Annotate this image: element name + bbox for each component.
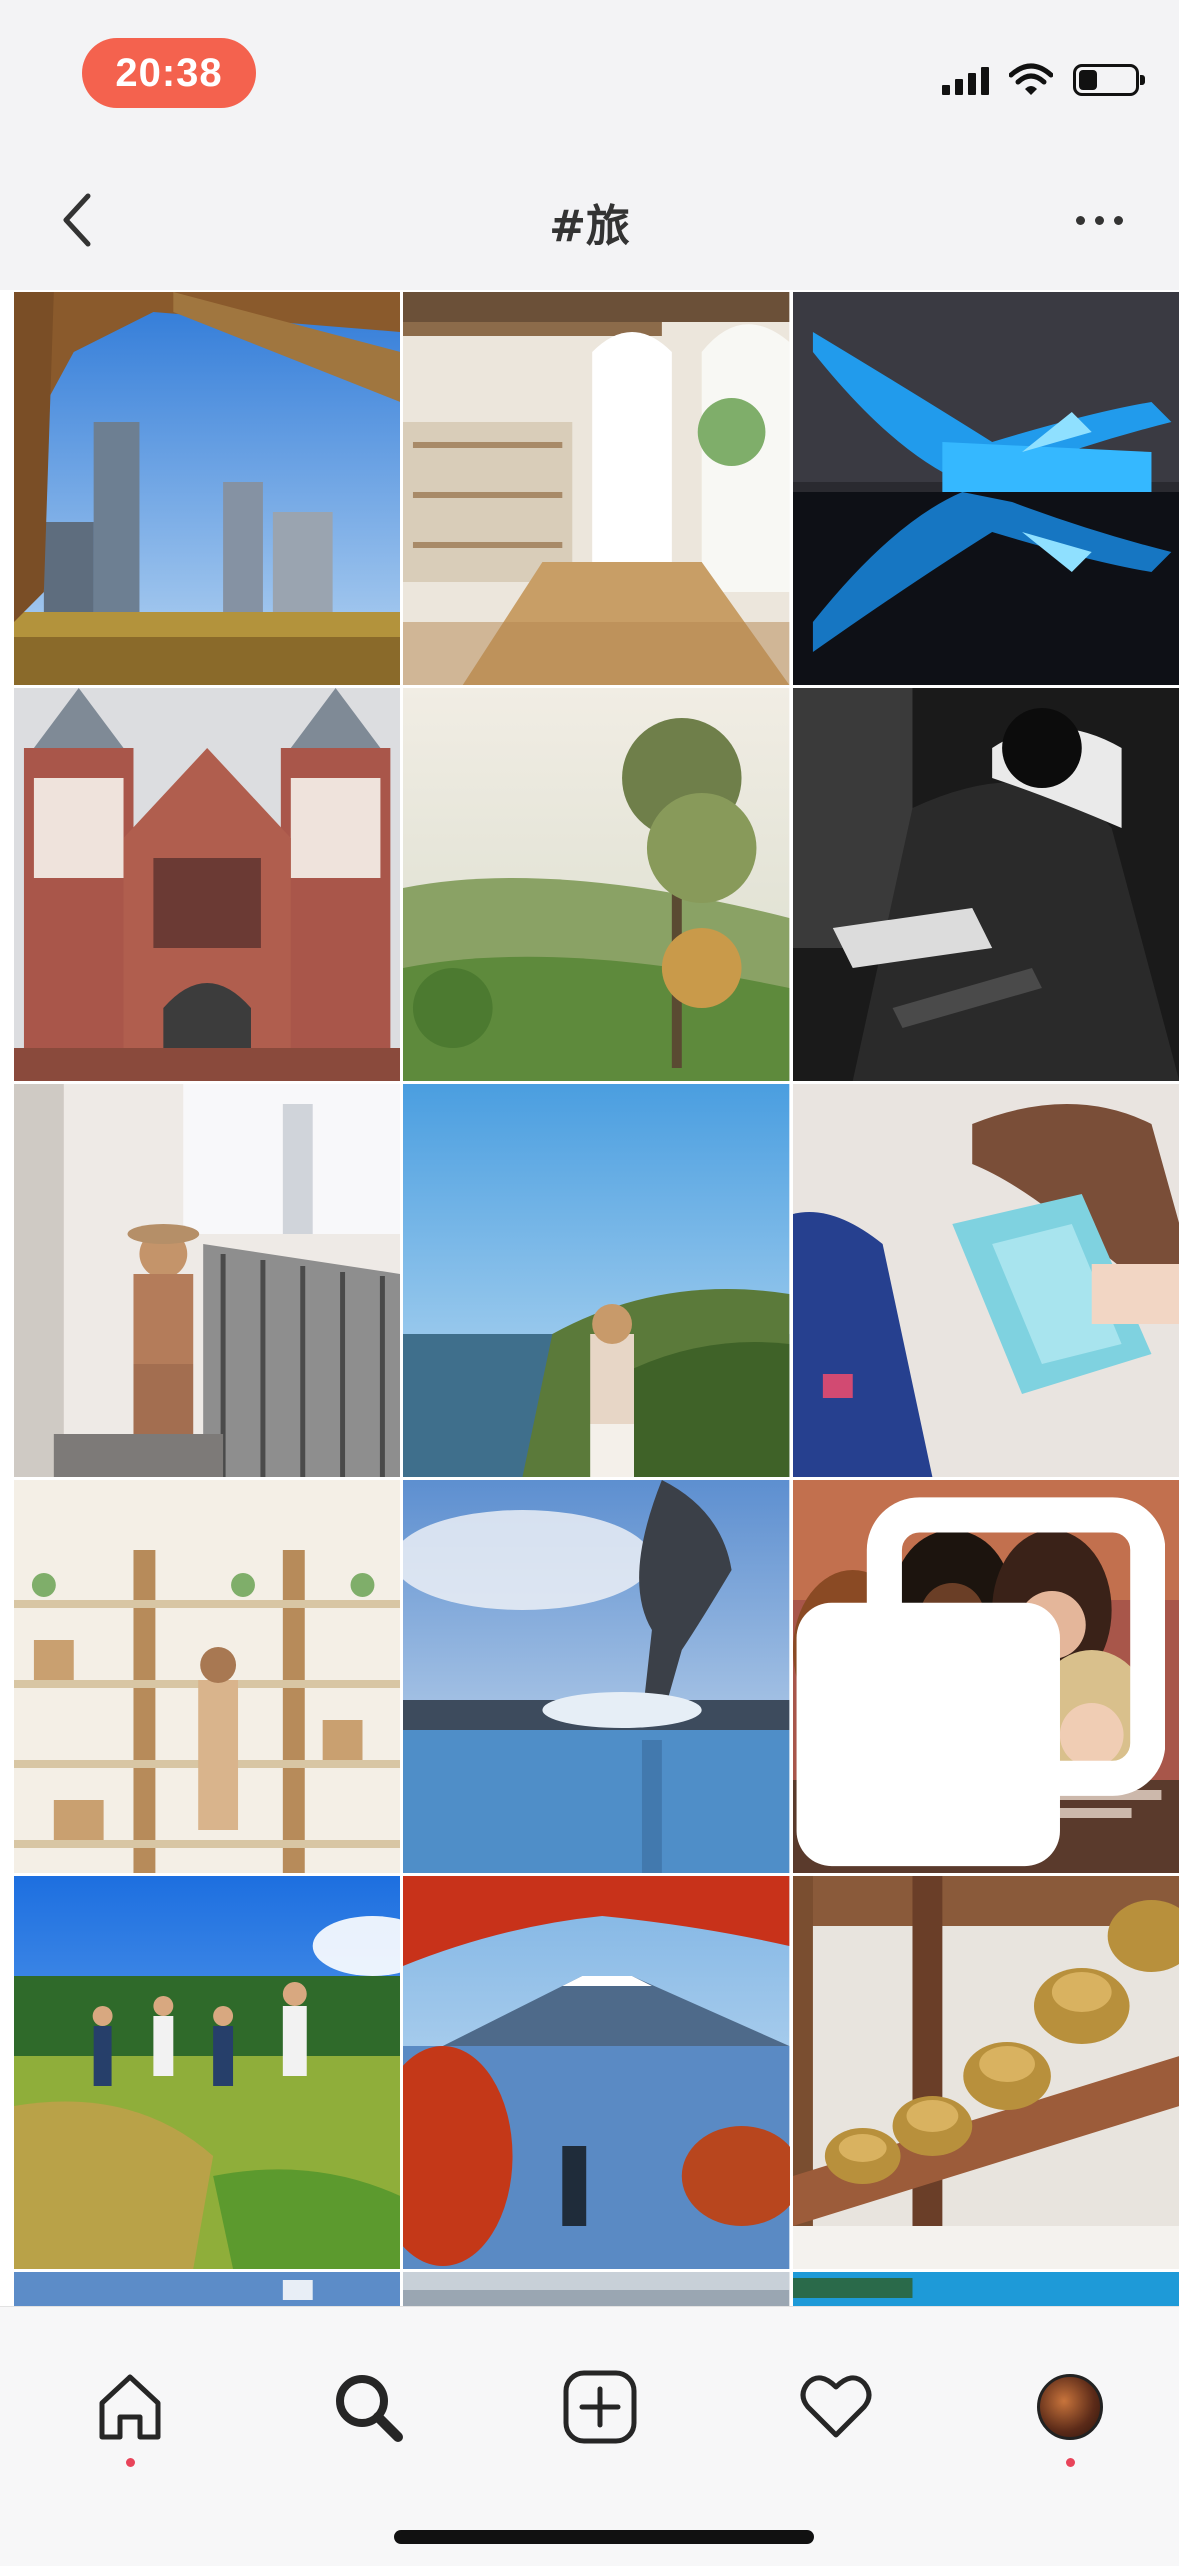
notification-dot <box>126 2458 135 2467</box>
status-bar: 20:38 <box>0 0 1179 150</box>
home-indicator[interactable] <box>394 2530 814 2544</box>
status-icons <box>942 60 1145 100</box>
signal-icon <box>942 65 989 95</box>
post-image <box>792 1084 1179 1477</box>
status-time: 20:38 <box>115 50 223 95</box>
nav-bar: #旅 <box>0 150 1179 290</box>
post-image <box>14 2272 401 2306</box>
time-pill: 20:38 <box>82 38 256 108</box>
battery-icon <box>1073 64 1145 96</box>
grid-post[interactable] <box>403 2272 790 2306</box>
post-image <box>403 2272 790 2306</box>
post-image <box>14 1480 401 1873</box>
grid-post[interactable] <box>792 1084 1179 1477</box>
grid-post[interactable] <box>14 1480 401 1873</box>
wifi-icon <box>1009 63 1053 95</box>
notification-dot <box>1066 2458 1075 2467</box>
post-image <box>14 688 401 1081</box>
multiple-images-icon <box>796 1497 1165 1867</box>
tab-profile[interactable] <box>1020 2357 1120 2467</box>
grid-post[interactable] <box>14 688 401 1081</box>
tab-home[interactable] <box>80 2357 180 2467</box>
post-image <box>14 1876 401 2269</box>
post-image <box>403 688 790 1081</box>
add-post-icon <box>563 2370 637 2444</box>
grid-post[interactable] <box>792 1876 1179 2269</box>
search-icon <box>336 2375 403 2442</box>
grid-post[interactable] <box>792 292 1179 685</box>
post-image <box>403 292 790 685</box>
post-image <box>403 1084 790 1477</box>
post-image <box>792 2272 1179 2306</box>
post-image <box>792 1876 1179 2269</box>
explore-photo-grid <box>14 292 1179 2306</box>
post-image <box>14 292 401 685</box>
grid-post[interactable] <box>403 1876 790 2269</box>
grid-post[interactable] <box>403 1480 790 1873</box>
ellipsis-icon <box>1075 215 1085 225</box>
grid-post[interactable] <box>403 688 790 1081</box>
grid-post[interactable] <box>792 688 1179 1081</box>
grid-post[interactable] <box>792 1480 1179 1873</box>
grid-post[interactable] <box>14 292 401 685</box>
grid-post[interactable] <box>14 1876 401 2269</box>
more-options-button[interactable] <box>1059 190 1139 250</box>
grid-post[interactable] <box>14 2272 401 2306</box>
heart-icon <box>800 2375 872 2438</box>
post-image <box>792 688 1179 1081</box>
home-icon <box>99 2374 161 2440</box>
tab-activity[interactable] <box>786 2357 886 2457</box>
post-image <box>403 1876 790 2269</box>
grid-post[interactable] <box>14 1084 401 1477</box>
hashtag-title: #旅 <box>549 201 630 252</box>
post-image <box>792 292 1179 685</box>
tab-add-post[interactable] <box>550 2357 650 2457</box>
grid-post[interactable] <box>403 292 790 685</box>
profile-avatar-icon <box>1037 2374 1103 2440</box>
bottom-tab-bar <box>0 2306 1179 2566</box>
grid-post[interactable] <box>792 2272 1179 2306</box>
post-image <box>14 1084 401 1477</box>
grid-post[interactable] <box>403 1084 790 1477</box>
tab-search[interactable] <box>318 2357 418 2457</box>
post-image <box>403 1480 790 1873</box>
